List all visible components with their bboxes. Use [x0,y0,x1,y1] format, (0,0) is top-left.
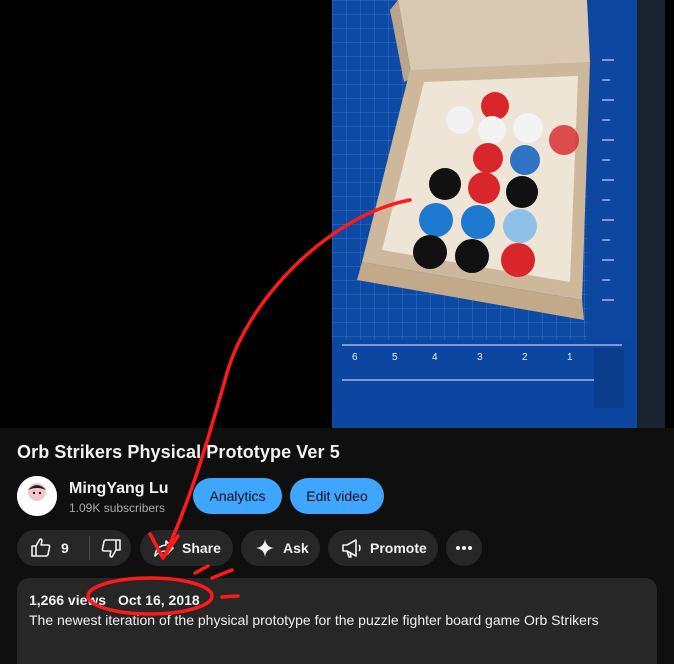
promote-label: Promote [370,540,427,556]
video-frame-image: 6 5 4 3 2 1 [332,0,665,428]
promote-button[interactable]: Promote [328,530,438,566]
edit-video-button[interactable]: Edit video [290,478,384,514]
channel-logo-icon [17,476,57,516]
more-horizontal-icon [456,546,472,550]
video-player[interactable]: 6 5 4 3 2 1 [0,0,674,428]
share-label: Share [182,540,221,556]
svg-text:3: 3 [477,352,483,363]
svg-text:2: 2 [522,352,528,363]
like-dislike-group: 9 [17,530,131,566]
ask-button[interactable]: Ask [241,530,320,566]
svg-text:5: 5 [392,352,398,363]
dislike-button[interactable] [90,530,131,566]
annotation-stroke-1 [193,564,210,575]
channel-avatar[interactable] [17,476,57,516]
svg-text:1: 1 [567,352,573,363]
description-text: The newest iteration of the physical pro… [29,612,599,628]
share-icon [154,540,174,557]
upload-date: Oct 16, 2018 [117,592,200,608]
megaphone-icon [342,539,361,558]
analytics-button[interactable]: Analytics [193,478,282,514]
video-title: Orb Strikers Physical Prototype Ver 5 [17,442,340,462]
description-meta: 1,266 views Oct 16, 2018 [29,592,200,608]
subscriber-count: 1.09K subscribers [69,501,166,515]
like-button[interactable]: 9 [17,530,89,566]
video-frame[interactable]: 6 5 4 3 2 1 [332,0,665,428]
thumbs-down-icon [101,539,121,558]
annotation-stroke-2 [210,568,234,580]
thumbs-up-icon [31,538,51,557]
more-actions-button[interactable] [446,530,482,566]
share-button[interactable]: Share [140,530,233,566]
view-count: 1,266 views [29,592,107,608]
svg-text:4: 4 [432,352,438,363]
ask-label: Ask [283,540,309,556]
svg-text:6: 6 [352,352,358,363]
description-box[interactable]: 1,266 views Oct 16, 2018 The newest iter… [17,578,657,664]
channel-name[interactable]: MingYang Lu [69,480,169,498]
like-count: 9 [61,540,69,556]
sparkle-icon [256,539,274,557]
